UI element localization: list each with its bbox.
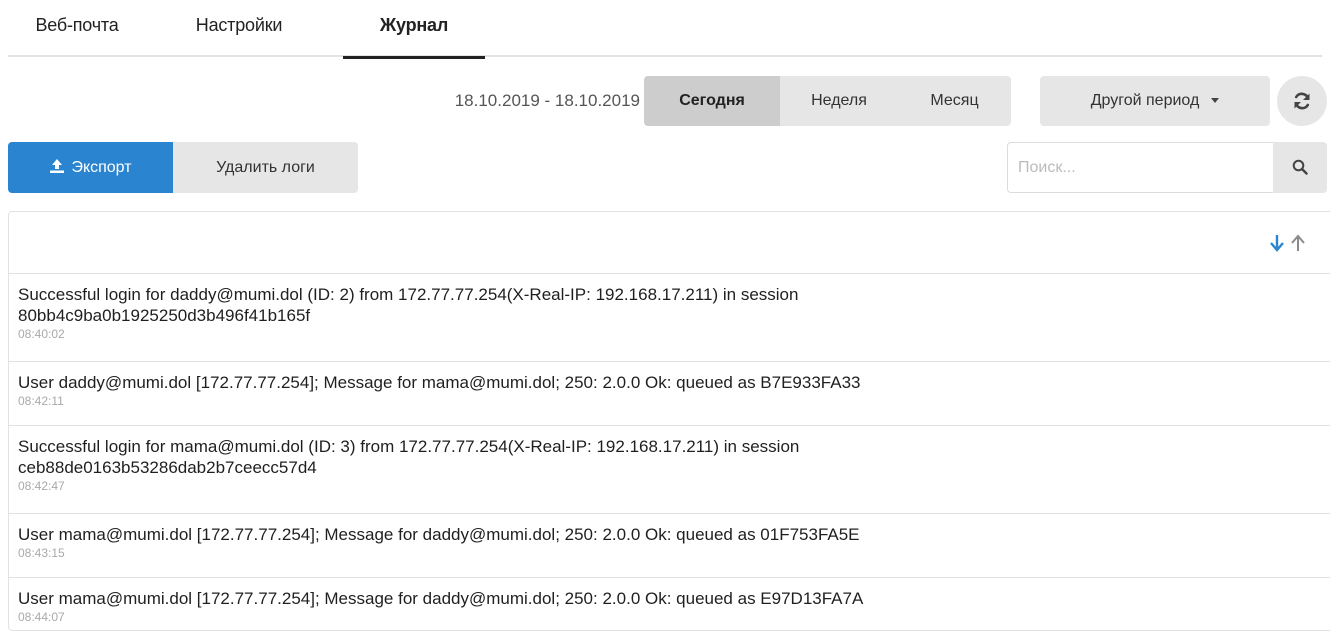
date-range-label: 18.10.2019 - 18.10.2019 <box>454 91 640 110</box>
search-icon <box>1292 159 1308 175</box>
period-week-button[interactable]: Неделя <box>780 76 898 126</box>
log-row: Successful login for mama@mumi.dol (ID: … <box>9 426 1330 514</box>
log-timestamp: 08:40:02 <box>18 327 65 341</box>
log-message: User mama@mumi.dol [172.77.77.254]; Mess… <box>18 589 864 608</box>
search-input[interactable] <box>1007 142 1273 193</box>
log-message: User mama@mumi.dol [172.77.77.254]; Mess… <box>18 525 860 544</box>
log-message: Successful login for mama@mumi.dol (ID: … <box>18 437 800 477</box>
export-button[interactable]: Экспорт <box>8 142 173 193</box>
log-row: Successful login for daddy@mumi.dol (ID:… <box>9 274 1330 362</box>
log-message: User daddy@mumi.dol [172.77.77.254]; Mes… <box>18 373 861 392</box>
log-timestamp: 08:42:47 <box>18 479 65 493</box>
tab-settings[interactable]: Настройки <box>180 0 298 57</box>
nav-tabs: Веб-почта Настройки Журнал <box>8 0 1322 59</box>
period-month-button[interactable]: Месяц <box>898 76 1011 126</box>
log-panel: Successful login for daddy@mumi.dol (ID:… <box>8 211 1330 631</box>
period-selector: Сегодня Неделя Месяц <box>644 76 1011 126</box>
delete-logs-button[interactable]: Удалить логи <box>173 142 358 193</box>
log-timestamp: 08:43:15 <box>18 546 65 560</box>
refresh-button[interactable] <box>1277 76 1327 126</box>
export-label: Экспорт <box>71 159 132 176</box>
refresh-icon <box>1294 92 1310 110</box>
search-button[interactable] <box>1273 142 1327 193</box>
tab-journal[interactable]: Журнал <box>343 0 485 59</box>
log-message: Successful login for daddy@mumi.dol (ID:… <box>18 285 799 325</box>
upload-icon <box>50 159 65 173</box>
log-timestamp: 08:44:07 <box>18 610 65 624</box>
sort-arrows-icon[interactable] <box>1267 232 1311 254</box>
other-period-dropdown[interactable]: Другой период <box>1040 76 1270 126</box>
log-row: User daddy@mumi.dol [172.77.77.254]; Mes… <box>9 362 1330 426</box>
caret-down-icon <box>1211 98 1220 104</box>
period-today-button[interactable]: Сегодня <box>644 76 780 126</box>
log-row: User mama@mumi.dol [172.77.77.254]; Mess… <box>9 578 1330 630</box>
other-period-label: Другой период <box>1090 92 1200 109</box>
log-row: User mama@mumi.dol [172.77.77.254]; Mess… <box>9 514 1330 578</box>
tab-webmail[interactable]: Веб-почта <box>22 0 132 57</box>
log-timestamp: 08:42:11 <box>18 394 64 408</box>
log-header <box>9 212 1330 274</box>
